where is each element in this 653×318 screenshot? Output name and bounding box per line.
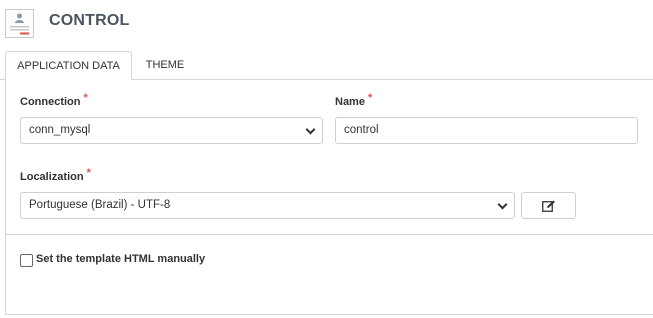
edit-localization-button[interactable] <box>521 192 576 219</box>
edit-icon <box>542 200 555 212</box>
connection-label: Connection <box>20 96 81 108</box>
tab-application-data[interactable]: APPLICATION DATA <box>5 51 132 80</box>
template-html-label: Set the template HTML manually <box>36 253 206 265</box>
connection-label-wrap: Connection * <box>20 92 88 108</box>
page-header: CONTROL <box>0 0 653 44</box>
connection-select[interactable]: conn_mysql <box>20 117 323 144</box>
name-value: control <box>344 124 379 136</box>
page-title: CONTROL <box>49 12 130 29</box>
localization-label: Localization <box>20 171 84 183</box>
connection-value: conn_mysql <box>29 124 91 136</box>
name-label-wrap: Name * <box>335 92 372 108</box>
name-label: Name <box>335 96 365 108</box>
chevron-down-icon <box>302 118 320 143</box>
localization-value: Portuguese (Brazil) - UTF-8 <box>29 199 171 211</box>
required-mark: * <box>83 92 88 104</box>
required-mark: * <box>86 167 91 179</box>
localization-select[interactable]: Portuguese (Brazil) - UTF-8 <box>20 192 515 219</box>
template-html-checkbox[interactable] <box>20 254 33 267</box>
tab-theme[interactable]: THEME <box>135 51 195 80</box>
app-form-icon <box>5 9 34 38</box>
chevron-down-icon <box>494 193 512 218</box>
section-divider <box>6 234 653 235</box>
name-input[interactable]: control <box>335 117 638 144</box>
localization-label-wrap: Localization * <box>20 167 91 183</box>
required-mark: * <box>367 92 373 104</box>
